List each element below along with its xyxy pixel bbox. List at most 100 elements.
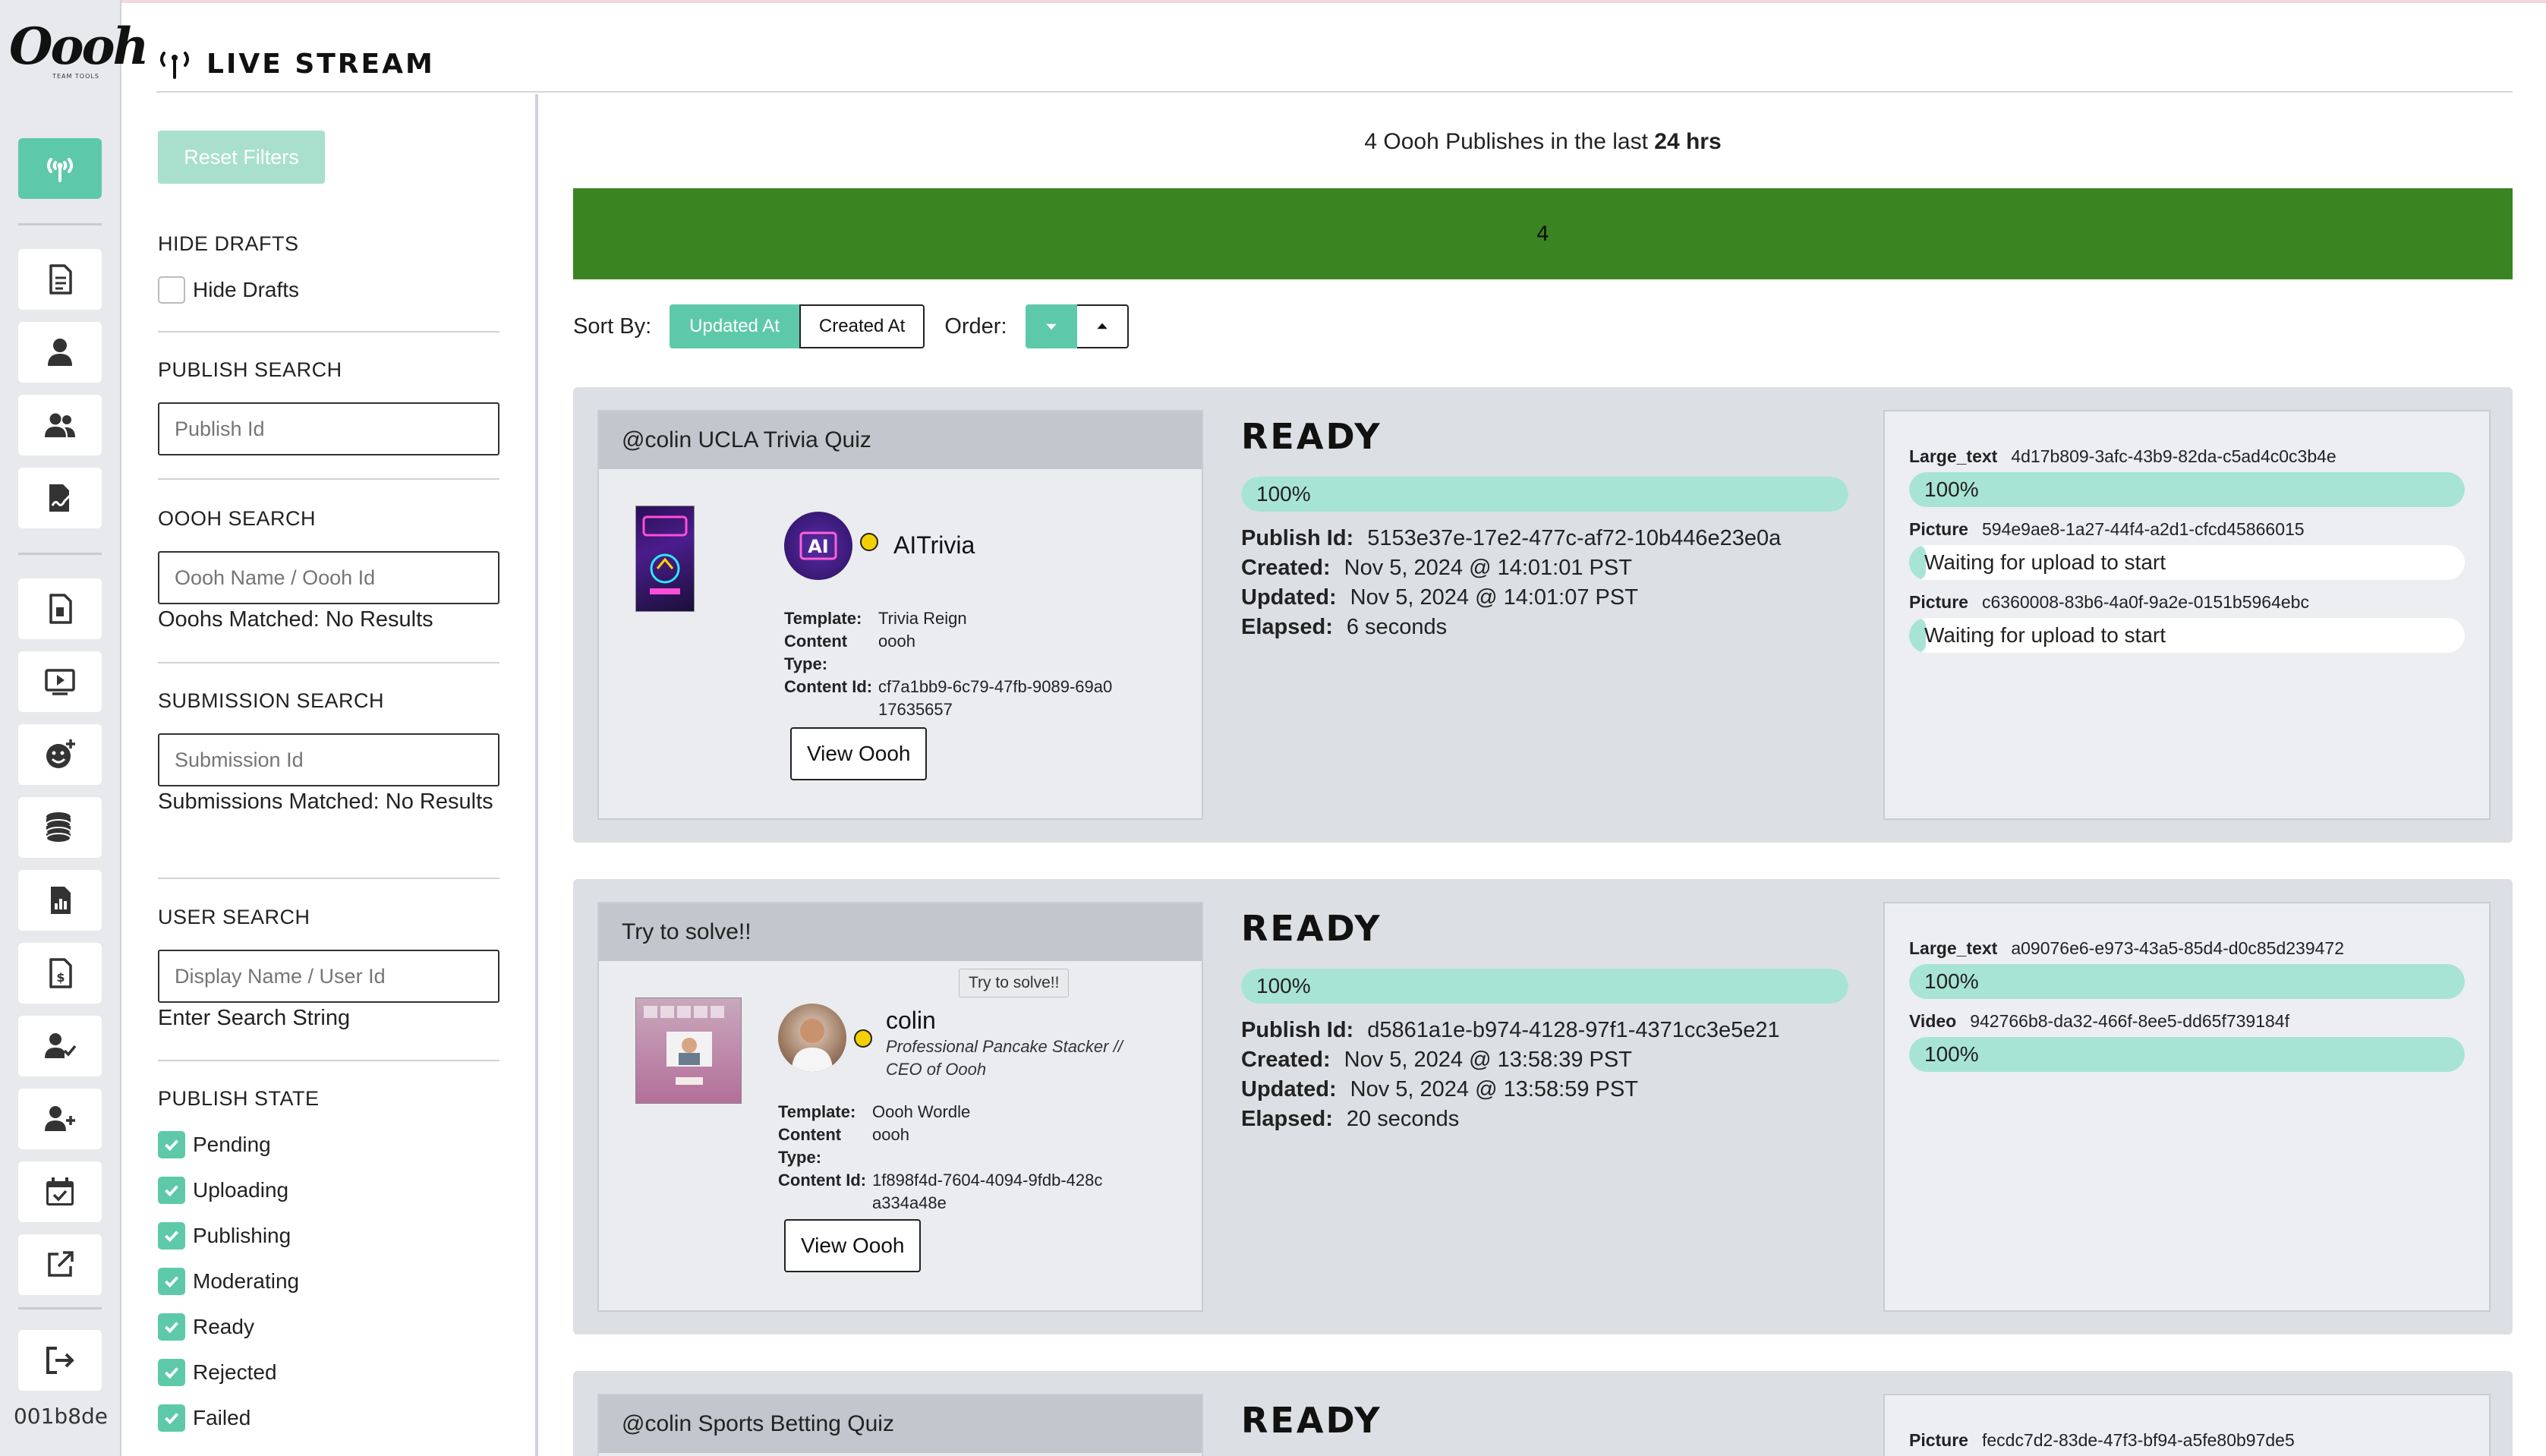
hide-drafts-checkbox-row[interactable]: Hide Drafts (158, 276, 299, 304)
nav-emoji-add[interactable] (18, 724, 102, 785)
view-oooh-button[interactable]: View Oooh (790, 727, 928, 780)
nav-user-plus[interactable] (18, 1089, 102, 1149)
asset-type: Picture (1909, 592, 1968, 612)
submission-search-input[interactable] (158, 733, 499, 786)
ai-avatar-icon: AI (799, 531, 837, 560)
template-label: Template: (778, 1102, 856, 1121)
svg-text:$: $ (56, 970, 65, 985)
asset-upload-panel: Large_text 4d17b809-3afc-43b9-82da-c5ad4c… (1883, 410, 2491, 820)
nav-file-chart[interactable] (18, 870, 102, 931)
nav-user-check[interactable] (18, 1016, 102, 1076)
submission-search-result: Submissions Matched: No Results (158, 789, 493, 814)
publish-state-option[interactable]: Publishing (158, 1222, 291, 1250)
user-search-input[interactable] (158, 950, 499, 1003)
antenna-icon (47, 158, 73, 182)
checkbox[interactable] (158, 1222, 185, 1250)
updated-value: Nov 5, 2024 @ 13:58:59 PST (1350, 1077, 1638, 1101)
checkbox[interactable] (158, 1359, 185, 1386)
sort-updated-at-button[interactable]: Updated At (670, 304, 799, 348)
nav-external[interactable] (18, 1234, 102, 1295)
page-title: LIVE STREAM (206, 48, 435, 80)
checkbox[interactable] (158, 1313, 185, 1341)
caret-up-icon (1096, 323, 1108, 329)
nav-file-dollar[interactable]: $ (18, 943, 102, 1004)
checkbox[interactable] (158, 1404, 185, 1432)
asset-id: a09076e6-e973-43a5-85d4-d0c85d239472 (2011, 938, 2345, 958)
publish-state-option[interactable]: Pending (158, 1131, 271, 1158)
users-icon (45, 413, 75, 437)
logo-wordmark: Oooh (9, 17, 150, 76)
document-icon (49, 264, 72, 295)
user-icon (48, 339, 72, 366)
avatar[interactable]: AI (784, 512, 852, 580)
hide-drafts-label: Hide Drafts (193, 278, 300, 301)
hide-drafts-heading: HIDE DRAFTS (158, 232, 299, 255)
nav-video[interactable] (18, 651, 102, 712)
oooh-search-result: Ooohs Matched: No Results (158, 607, 433, 632)
publish-id-value: d5861a1e-b974-4128-97f1-4371cc3e5e21 (1367, 1018, 1780, 1042)
nav-live-stream[interactable] (18, 138, 102, 199)
creator-name[interactable]: AITrivia (893, 531, 975, 559)
user-plus-icon (45, 1106, 75, 1131)
oooh-preview: @colin UCLA Trivia Quiz AI AITrivia Temp… (597, 410, 1203, 820)
caret-down-icon (1045, 323, 1057, 330)
view-oooh-button[interactable]: View Oooh (784, 1219, 922, 1272)
publish-state-option[interactable]: Uploading (158, 1177, 288, 1204)
publish-state-option[interactable]: Ready (158, 1313, 254, 1341)
publish-state-label: Failed (193, 1406, 251, 1429)
checkbox[interactable] (158, 1268, 185, 1295)
publish-id-value: 5153e37e-17e2-477c-af72-10b446e23e0a (1367, 526, 1782, 550)
top-accent-line (0, 0, 2546, 3)
coins-icon (46, 812, 71, 843)
signature-icon (49, 484, 74, 512)
nav-user[interactable] (18, 322, 102, 383)
nav-file[interactable] (18, 578, 102, 639)
wordle-thumbnail[interactable] (635, 997, 742, 1104)
trivia-thumbnail[interactable] (635, 506, 695, 612)
oooh-logo[interactable]: Oooh TEAM TOOLS (9, 17, 150, 90)
order-ascending-button[interactable] (1076, 304, 1129, 348)
hide-drafts-checkbox[interactable] (158, 276, 185, 304)
publish-search-heading: PUBLISH SEARCH (158, 358, 342, 381)
publish-state-option[interactable]: Rejected (158, 1359, 277, 1386)
nav-logout[interactable] (18, 1330, 102, 1391)
status-label: READY (1241, 416, 1382, 457)
check-icon (165, 1413, 178, 1425)
progress-label: 100% (1256, 482, 1311, 506)
file-dollar-icon: $ (49, 958, 72, 988)
reset-filters-button[interactable]: Reset Filters (158, 131, 325, 184)
publish-state-option[interactable]: Moderating (158, 1268, 299, 1295)
asset-status: Waiting for upload to start (1924, 550, 2166, 574)
nav-coins[interactable] (18, 797, 102, 858)
checkbox[interactable] (158, 1177, 185, 1204)
publish-id-label: Publish Id: (1241, 526, 1354, 550)
avatar[interactable] (778, 1004, 846, 1072)
publish-state-label: Uploading (193, 1178, 289, 1202)
user-search-heading: USER SEARCH (158, 906, 310, 928)
submission-search-heading: SUBMISSION SEARCH (158, 689, 385, 712)
oooh-search-input[interactable] (158, 551, 499, 604)
nav-calendar[interactable] (18, 1161, 102, 1222)
publish-info: Publish Id: d5861a1e-b974-4128-97f1-4371c… (1241, 1016, 1848, 1134)
sort-created-at-button[interactable]: Created At (799, 304, 925, 348)
creator-name[interactable]: colin (886, 1007, 936, 1035)
sort-controls: Sort By: Updated At Created At Order: (573, 304, 1129, 349)
checkbox[interactable] (158, 1131, 185, 1158)
creator-bio: Professional Pancake Stacker // CEO of O… (886, 1037, 1123, 1079)
sort-label: Sort By: (573, 314, 652, 339)
file-chart-icon (51, 887, 71, 914)
oooh-preview: @colin Sports Betting Quiz (597, 1394, 1203, 1456)
progress-label: 100% (1256, 974, 1311, 997)
order-descending-button[interactable] (1025, 304, 1077, 348)
nav-documents[interactable] (18, 249, 102, 310)
content-id-value: cf7a1bb9-6c79-47fb-9089-69a017635657 (878, 677, 1113, 719)
svg-text:AI: AI (808, 536, 829, 557)
nav-users[interactable] (18, 395, 102, 455)
oooh-metadata: Template: Oooh Wordle Content Type: oooh C… (778, 1101, 1108, 1215)
publish-state-option[interactable]: Failed (158, 1404, 251, 1432)
asset-status: 100% (1924, 477, 1979, 501)
publish-search-input[interactable] (158, 402, 499, 455)
emoji-add-icon (46, 739, 75, 768)
user-check-icon (45, 1033, 77, 1058)
nav-signature[interactable] (18, 468, 102, 528)
